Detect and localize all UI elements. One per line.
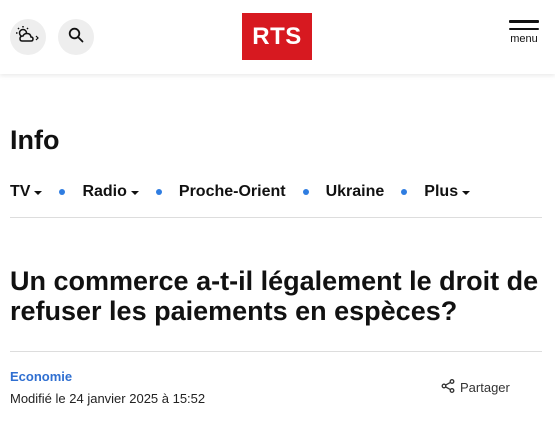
separator-dot [302,189,309,195]
menu-button[interactable]: menu [507,20,541,54]
article-modified-date: Modifié le 24 janvier 2025 à 15:52 [10,391,206,406]
section-title: Info [10,125,60,155]
section-subnav: TV Radio Proche-Orient Ukraine Plus [10,182,542,218]
separator-dot [59,189,66,195]
caret-down-icon [462,190,471,195]
share-icon [441,379,460,396]
caret-down-icon [130,190,139,195]
weather-button[interactable] [10,19,46,55]
article-category-link[interactable]: Economie [10,369,72,384]
subnav-item-radio[interactable]: Radio [82,182,139,201]
separator-dot [401,189,408,195]
menu-label: menu [510,33,538,45]
share-button[interactable]: Partager [441,379,510,396]
rts-logo[interactable]: RTS [242,13,312,60]
article-headline: Un commerce a-t-il légalement le droit d… [10,266,539,326]
caret-down-icon [34,190,43,195]
menu-icon [509,20,539,23]
weather-partly-cloudy-icon [15,25,41,50]
divider [10,351,542,352]
search-button[interactable] [58,19,94,55]
top-bar: RTS menu [0,0,555,74]
search-icon [68,27,84,48]
subnav-item-tv[interactable]: TV [10,182,43,201]
subnav-item-ukraine[interactable]: Ukraine [326,182,385,201]
share-label: Partager [460,380,510,395]
subnav-item-proche-orient[interactable]: Proche-Orient [179,182,286,201]
separator-dot [155,189,162,195]
subnav-item-plus[interactable]: Plus [424,182,471,201]
